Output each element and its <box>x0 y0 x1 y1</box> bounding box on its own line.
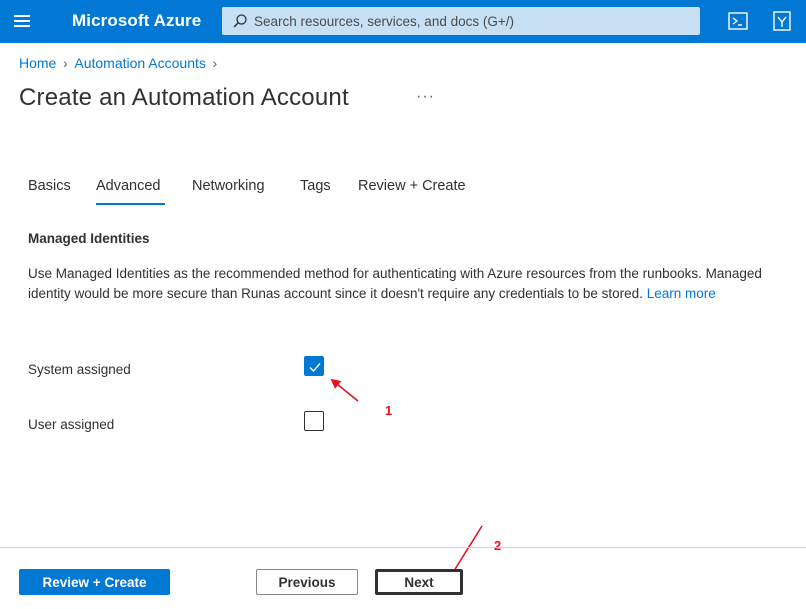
page-title: Create an Automation Account <box>19 84 349 111</box>
section-title-managed-identities: Managed Identities <box>28 231 150 246</box>
breadcrumb-home[interactable]: Home <box>19 55 56 71</box>
user-assigned-label: User assigned <box>28 417 115 432</box>
annotation-arrow-1 <box>330 378 359 402</box>
more-options-icon[interactable]: ··· <box>416 88 435 106</box>
annotation-label-1: 1 <box>385 403 393 418</box>
brand-title[interactable]: Microsoft Azure <box>72 11 201 31</box>
tab-basics[interactable]: Basics <box>28 178 71 194</box>
managed-identities-description: Use Managed Identities as the recommende… <box>28 264 788 303</box>
next-button[interactable]: Next <box>375 569 463 595</box>
checkmark-icon <box>309 363 321 373</box>
footer-divider <box>0 547 806 548</box>
tab-tags[interactable]: Tags <box>300 178 331 194</box>
user-assigned-checkbox[interactable] <box>304 411 324 431</box>
tab-review-create[interactable]: Review + Create <box>358 178 466 194</box>
top-bar: Microsoft Azure <box>0 0 806 43</box>
search-icon <box>233 14 247 28</box>
breadcrumb: Home › Automation Accounts › <box>19 55 224 71</box>
previous-button[interactable]: Previous <box>256 569 358 595</box>
directory-filter-icon[interactable] <box>771 10 793 32</box>
chevron-right-icon: › <box>63 55 68 71</box>
global-search[interactable] <box>222 7 700 35</box>
tab-networking[interactable]: Networking <box>192 178 265 194</box>
annotation-label-2: 2 <box>494 538 502 553</box>
tab-advanced[interactable]: Advanced <box>96 178 161 194</box>
chevron-right-icon: › <box>212 55 218 71</box>
system-assigned-label: System assigned <box>28 362 131 377</box>
cloud-shell-icon[interactable] <box>727 10 749 32</box>
review-create-button[interactable]: Review + Create <box>19 569 170 595</box>
search-input[interactable] <box>254 7 694 35</box>
learn-more-link[interactable]: Learn more <box>647 286 716 301</box>
breadcrumb-automation-accounts[interactable]: Automation Accounts <box>74 55 206 71</box>
system-assigned-checkbox[interactable] <box>304 356 324 376</box>
hamburger-menu-icon[interactable] <box>12 12 34 30</box>
active-tab-indicator <box>96 203 165 205</box>
